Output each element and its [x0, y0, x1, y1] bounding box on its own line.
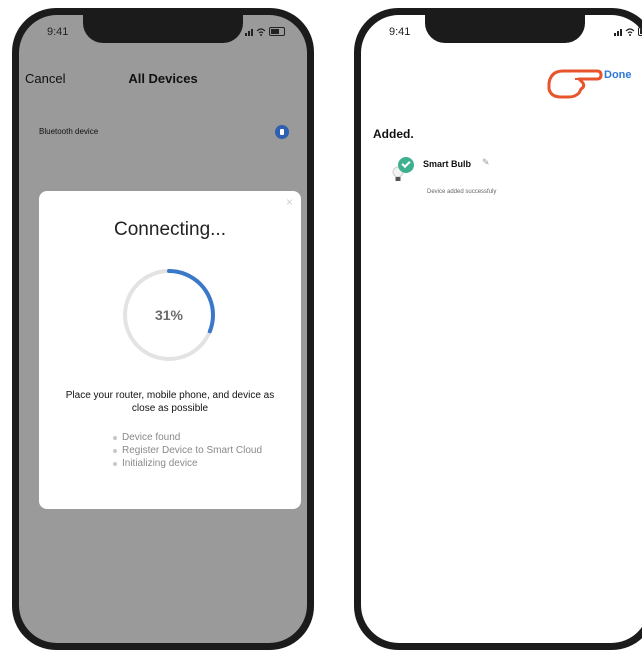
connection-steps: Device found Register Device to Smart Cl…	[113, 431, 262, 470]
battery-icon	[269, 27, 285, 36]
signal-icon	[245, 28, 253, 36]
progress-percent: 31%	[154, 307, 184, 323]
signal-icon	[614, 28, 622, 36]
close-icon[interactable]: ×	[286, 195, 293, 209]
connecting-screen: 9:41 Cancel All Devices Bluetooth device…	[19, 15, 307, 643]
device-card[interactable]: Smart Bulb ✎ Device added successfuly	[381, 151, 541, 211]
wifi-icon	[625, 27, 635, 36]
check-icon	[398, 157, 414, 173]
pointing-hand-icon	[547, 69, 603, 99]
battery-icon	[638, 27, 642, 36]
step-item: Initializing device	[113, 457, 262, 470]
notch	[425, 15, 585, 43]
status-icons	[614, 27, 642, 36]
status-icons	[245, 27, 285, 36]
device-status: Device added successfuly	[427, 189, 497, 195]
phone-right: 9:41 Done Added. Smart Bulb ✎ Device add…	[354, 8, 642, 650]
notch	[83, 15, 243, 43]
phone-left: 9:41 Cancel All Devices Bluetooth device…	[12, 8, 314, 650]
step-item: Device found	[113, 431, 262, 444]
status-time: 9:41	[389, 26, 411, 38]
progress-ring: 31%	[121, 267, 217, 363]
proximity-hint: Place your router, mobile phone, and dev…	[65, 390, 275, 414]
page-title: All Devices	[128, 71, 198, 86]
step-item: Register Device to Smart Cloud	[113, 444, 262, 457]
status-time: 9:41	[47, 26, 69, 38]
bluetooth-device-label: Bluetooth device	[39, 127, 99, 136]
device-name: Smart Bulb	[423, 159, 472, 169]
edit-icon[interactable]: ✎	[482, 157, 490, 168]
connecting-modal: × Connecting... 31% Place your router, m…	[39, 191, 301, 509]
done-button[interactable]: Done	[604, 69, 632, 81]
modal-title: Connecting...	[114, 219, 226, 240]
added-screen: 9:41 Done Added. Smart Bulb ✎ Device add…	[361, 15, 642, 643]
added-heading: Added.	[373, 127, 414, 141]
nav-bar: Cancel All Devices	[19, 71, 307, 95]
wifi-icon	[256, 27, 266, 36]
bluetooth-device-row[interactable]: Bluetooth device	[25, 115, 301, 151]
bluetooth-icon	[275, 125, 289, 139]
